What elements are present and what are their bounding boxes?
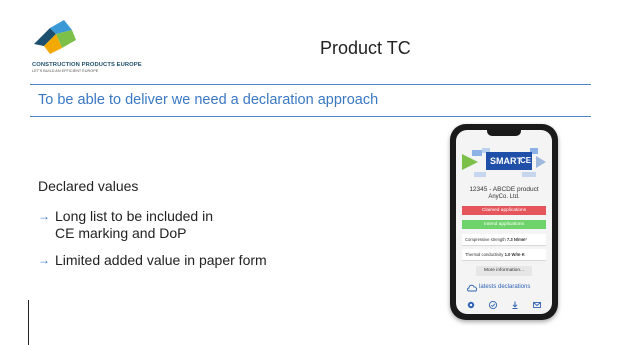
property-label: Compressive strength [465, 237, 507, 242]
arrow-right-icon: → [38, 209, 50, 223]
bullet-item: → Long list to be included in CE marking… [38, 208, 213, 242]
property-value: 7.3 N/mm² [506, 237, 527, 242]
property-value: 1.0 W/m·K [504, 252, 525, 257]
phone-notch [487, 130, 521, 136]
latest-declarations-link[interactable]: latests declarations [466, 282, 546, 294]
frame-edge [28, 300, 29, 345]
intend-applications-bar[interactable]: Intend applications [462, 220, 546, 229]
latest-declarations-label: latests declarations [479, 284, 531, 290]
gear-icon[interactable] [466, 300, 476, 310]
mail-icon[interactable] [532, 300, 542, 310]
more-information-button[interactable]: More information... [476, 266, 532, 276]
logo-name: CONSTRUCTION PRODUCTS EUROPE [32, 62, 142, 68]
phone-toolbar [464, 300, 544, 310]
smart-logo-text: SMART [490, 156, 522, 166]
logo-mark-icon [34, 20, 76, 54]
smart-ce-banner: SMART CE [460, 146, 548, 180]
construction-products-europe-logo: CONSTRUCTION PRODUCTS EUROPE LET'S BUILD… [30, 18, 190, 78]
bullet-line: Long list to be included in [55, 208, 213, 224]
claimed-applications-bar[interactable]: Claimed applications [462, 206, 546, 215]
arrow-right-icon: → [38, 253, 50, 267]
cloud-icon [467, 284, 478, 292]
phone-screen: SMART CE 12345 - ABCDE product AnyCo. Lt… [456, 130, 552, 314]
check-circle-icon[interactable] [488, 300, 498, 310]
logo-tagline: LET'S BUILD AN EFFICIENT EUROPE [32, 69, 99, 73]
smart-logo-ce: CE [520, 156, 532, 165]
company-name: AnyCo. Ltd. [488, 194, 520, 200]
smartphone-mockup: SMART CE 12345 - ABCDE product AnyCo. Lt… [450, 124, 558, 320]
bullet-line: CE marking and DoP [55, 225, 187, 241]
bullet-line: Limited added value in paper form [55, 252, 267, 268]
divider-bottom [30, 116, 591, 117]
slide-title: Product TC [320, 38, 411, 58]
slide-subtitle: To be able to deliver we need a declarat… [38, 92, 379, 108]
section-heading: Declared values [38, 178, 139, 194]
property-label: Thermal conductivity [465, 252, 505, 257]
divider-top [30, 84, 591, 85]
product-name: 12345 - ABCDE product [469, 186, 539, 193]
bullet-item: → Limited added value in paper form [38, 252, 267, 269]
property-row: Thermal conductivity 1.0 W/m·K [462, 249, 546, 261]
slide: CONSTRUCTION PRODUCTS EUROPE LET'S BUILD… [0, 0, 621, 345]
property-row: Compressive strength 7.3 N/mm² [462, 234, 546, 246]
download-icon[interactable] [510, 300, 520, 310]
